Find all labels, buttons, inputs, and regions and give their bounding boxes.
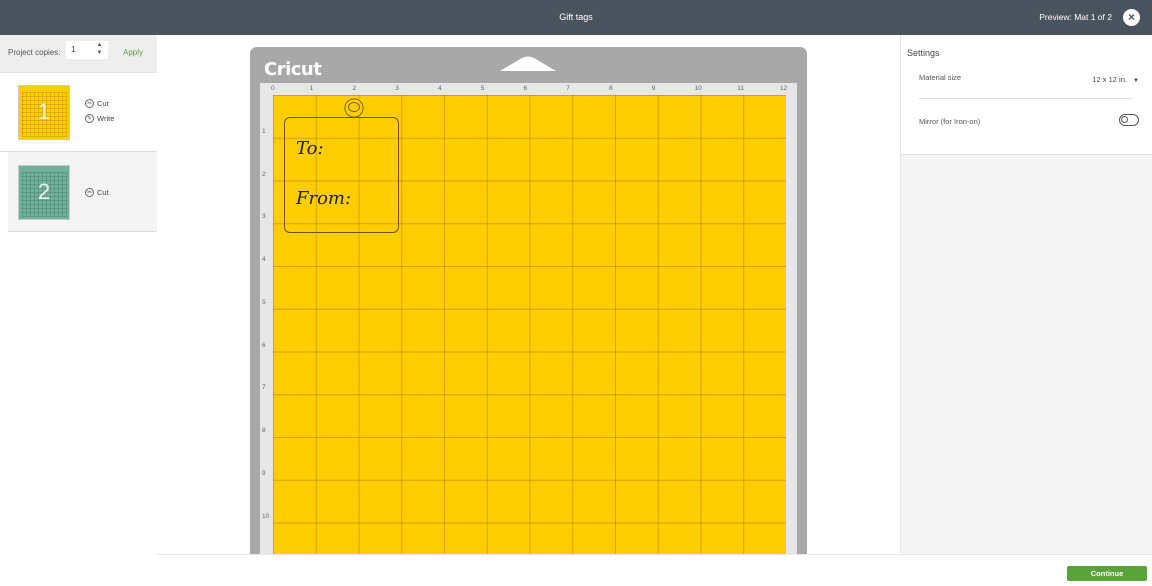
mat-ruler-area: 0 1 2 3 4 5 6 7 8 9 10 11 12 1 2 3 4 5 6 7 8 9 10 To: From: (260, 83, 797, 554)
mat-thumbnail-2[interactable]: 2 (18, 165, 70, 220)
toggle-knob (1121, 116, 1128, 123)
mat-list-panel: Project copies: 1 ▲ ▼ Apply 1 ✂ Cut ✎ Wr… (0, 35, 157, 586)
stepper-up-icon[interactable]: ▲ (95, 41, 104, 49)
operation-label: Cut (97, 188, 109, 197)
ruler-top-tick: 12 (780, 85, 788, 92)
tag-from-text: From: (296, 188, 352, 209)
cutting-mat: Cricut 0 1 2 3 4 5 6 7 8 9 10 11 12 1 2 3 4 5 6 7 8 9 10 To: … (250, 47, 807, 554)
chevron-down-icon: ▼ (1133, 78, 1139, 84)
ruler-top-tick: 2 (352, 85, 357, 92)
mat-item-2[interactable]: 2 ✂ Cut (8, 152, 157, 232)
ruler-left-tick: 3 (262, 213, 266, 221)
operation-write: ✎ Write (85, 114, 114, 123)
footer-bar: Continue (157, 554, 1152, 586)
mat-number: 1 (37, 99, 51, 124)
operation-label: Cut (97, 99, 109, 108)
ruler-top: 0 1 2 3 4 5 6 7 8 9 10 11 12 (260, 83, 797, 95)
ruler-left-tick: 5 (262, 298, 266, 306)
project-copies-label: Project copies: (8, 48, 61, 57)
mat-hanger-icon (500, 56, 556, 71)
ruler-left-tick: 10 (262, 512, 270, 520)
ruler-top-tick: 10 (694, 85, 702, 92)
ruler-top-tick: 6 (523, 85, 528, 92)
mat-number: 2 (37, 179, 51, 204)
settings-panel: Settings Material size 12 x 12 in. ▼ Mir… (900, 35, 1152, 554)
mat-grid[interactable]: To: From: (273, 95, 786, 554)
ruler-top-tick: 11 (737, 85, 744, 92)
operation-cut: ✂ Cut (85, 99, 109, 108)
top-bar: Gift tags Preview: Mat 1 of 2 × (0, 0, 1152, 35)
ruler-top-tick: 8 (609, 85, 613, 92)
write-icon: ✎ (85, 114, 94, 123)
preview-mat-indicator: Preview: Mat 1 of 2 (1039, 12, 1112, 22)
apply-button[interactable]: Apply (123, 48, 143, 57)
mirror-toggle[interactable] (1119, 114, 1139, 126)
settings-title: Settings (907, 48, 940, 58)
material-size-label: Material size (919, 73, 962, 82)
ruler-left-tick: 1 (262, 127, 266, 135)
ruler-top-tick: 7 (566, 85, 570, 92)
ruler-top-tick: 9 (651, 85, 656, 92)
project-title: Gift tags (559, 12, 593, 22)
ruler-left-tick: 4 (262, 256, 266, 263)
material-size-select[interactable]: 12 x 12 in. ▼ (1092, 75, 1139, 84)
ruler-top-tick: 1 (309, 85, 314, 92)
ruler-left-tick: 2 (262, 170, 266, 178)
stepper-down-icon[interactable]: ▼ (95, 49, 104, 57)
tag-loop-icon (344, 98, 364, 118)
settings-box: Settings Material size 12 x 12 in. ▼ Mir… (901, 35, 1152, 155)
continue-button[interactable]: Continue (1067, 566, 1147, 581)
divider (919, 98, 1132, 99)
ruler-top-tick: 3 (395, 85, 399, 92)
ruler-left-tick: 9 (262, 469, 266, 477)
mirror-label: Mirror (for Iron-on) (919, 117, 981, 126)
operation-label: Write (97, 114, 115, 123)
close-icon[interactable]: × (1123, 9, 1140, 26)
operation-cut: ✂ Cut (85, 188, 109, 197)
ruler-top-tick: 4 (438, 85, 442, 92)
material-size-value: 12 x 12 in. (1092, 75, 1127, 84)
cut-icon: ✂ (85, 188, 94, 197)
ruler-left-tick: 8 (262, 427, 266, 434)
tag-to-text: To: (296, 138, 324, 159)
cricut-logo: Cricut (264, 59, 322, 80)
mat-item-1[interactable]: 1 ✂ Cut ✎ Write (0, 73, 157, 152)
mat-preview-area: Cricut 0 1 2 3 4 5 6 7 8 9 10 11 12 1 2 3 4 5 6 7 8 9 10 To: … (157, 35, 900, 554)
gift-tag-shape[interactable]: To: From: (284, 98, 399, 233)
ruler-left: 1 2 3 4 5 6 7 8 9 10 (260, 83, 272, 554)
project-copies-bar: Project copies: 1 ▲ ▼ Apply (0, 35, 157, 73)
copies-stepper[interactable]: ▲ ▼ (95, 41, 104, 59)
cut-icon: ✂ (85, 99, 94, 108)
ruler-left-tick: 6 (262, 341, 266, 349)
ruler-left-tick: 7 (262, 384, 266, 392)
ruler-top-tick: 5 (480, 85, 485, 92)
mat-thumbnail-1[interactable]: 1 (18, 85, 70, 140)
